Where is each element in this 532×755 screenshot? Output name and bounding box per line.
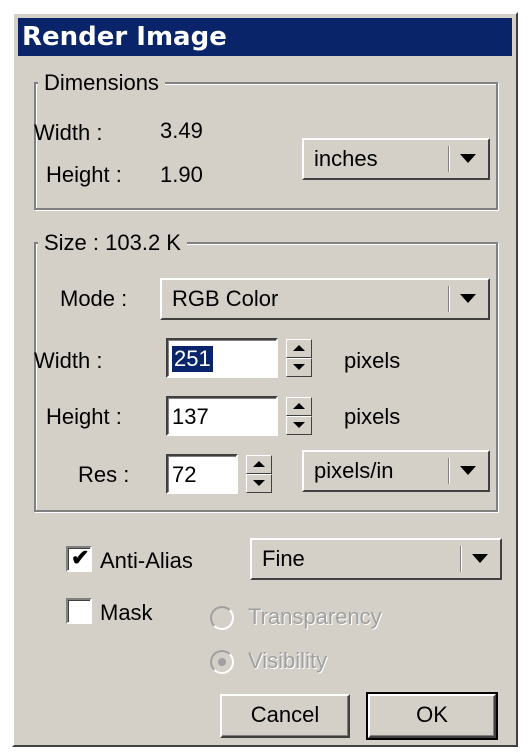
dimensions-width-value: 3.49 [160,118,203,143]
res-label: Res : [78,462,130,487]
arrow-up-icon[interactable] [286,397,312,416]
mode-label: Mode : [60,286,128,311]
dropdown-separator [448,286,450,312]
anti-alias-checkbox[interactable]: ✔ [66,545,92,572]
dimensions-units-value: inches [314,146,378,171]
visibility-radio[interactable] [210,650,234,674]
dropdown-separator [448,146,450,172]
pixel-width-spinner[interactable] [286,338,312,378]
chevron-down-icon[interactable] [460,154,476,163]
pixel-height-input[interactable]: 137 [166,396,278,436]
dimensions-width-label: Width : [34,120,103,145]
arrow-up-icon[interactable] [246,455,272,474]
pixel-width-unit: pixels [344,348,401,373]
res-unit-dropdown[interactable]: pixels/in [302,450,490,492]
transparency-label[interactable]: Transparency [248,604,382,630]
size-legend: Size : 103.2 K [38,230,187,256]
mask-checkbox[interactable] [66,598,92,624]
arrow-down-icon[interactable] [286,416,312,435]
anti-alias-value: Fine [262,546,305,571]
dropdown-separator [448,458,450,484]
mode-value: RGB Color [172,286,279,311]
pixel-height-unit: pixels [344,404,401,429]
mode-dropdown[interactable]: RGB Color [160,278,490,320]
pixel-height-spinner[interactable] [286,396,312,436]
dimensions-legend: Dimensions [38,70,165,96]
pixel-width-value: 251 [172,346,213,372]
render-image-dialog: Render Image Dimensions Width : 3.49 Hei… [12,12,518,747]
dimensions-units-dropdown[interactable]: inches [302,138,490,180]
chevron-down-icon[interactable] [460,466,476,475]
checkmark-icon: ✔ [71,545,90,570]
res-input[interactable]: 72 [166,454,238,494]
pixel-width-input[interactable]: 251 [166,338,278,378]
pixel-height-value: 137 [172,404,209,429]
dimensions-height-value: 1.90 [160,162,203,187]
mask-label[interactable]: Mask [100,600,153,626]
cancel-button[interactable]: Cancel [220,694,350,738]
res-unit-value: pixels/in [314,458,394,483]
res-value: 72 [172,462,197,487]
anti-alias-label[interactable]: Anti-Alias [100,548,193,574]
chevron-down-icon[interactable] [472,554,488,563]
dropdown-separator [460,546,462,572]
chevron-down-icon[interactable] [460,294,476,303]
pixel-height-label: Height : [46,404,122,429]
arrow-up-icon[interactable] [286,339,312,358]
ok-button[interactable]: OK [366,692,498,740]
window-title[interactable]: Render Image [18,18,512,56]
visibility-label[interactable]: Visibility [248,648,327,674]
arrow-down-icon[interactable] [286,358,312,377]
arrow-down-icon[interactable] [246,474,272,493]
transparency-radio[interactable] [210,606,234,630]
anti-alias-dropdown[interactable]: Fine [250,538,502,580]
dimensions-height-label: Height : [46,162,122,187]
radio-dot [218,658,226,666]
pixel-width-label: Width : [34,348,103,373]
res-spinner[interactable] [246,454,272,494]
